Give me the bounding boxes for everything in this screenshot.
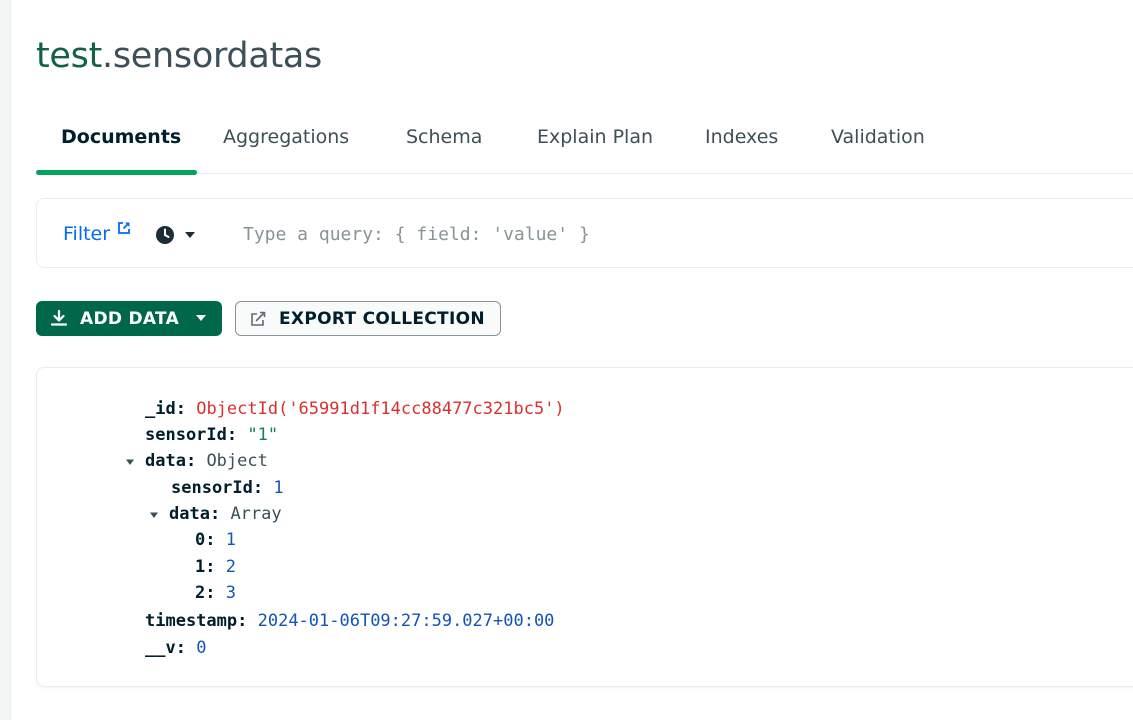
array-value: 1 [225, 530, 236, 550]
expand-toggle-icon[interactable] [149, 510, 159, 520]
array-index: 1 [195, 557, 206, 577]
field-nested-data: data: Array [169, 504, 282, 524]
array-value: 2 [225, 557, 236, 577]
array-index: 2 [195, 583, 206, 603]
filter-docs-link[interactable]: Filter [63, 223, 110, 245]
field-nested-sensorId: sensorId: 1 [171, 478, 284, 498]
field-key: data [145, 451, 186, 471]
add-data-label: ADD DATA [80, 309, 180, 329]
array-index: 0 [195, 530, 206, 550]
field-value: 2024-01-06T09:27:59.027+00:00 [257, 611, 555, 631]
field-data: data: Object [145, 451, 268, 471]
tab-aggregations[interactable]: Aggregations [223, 126, 349, 148]
export-collection-label: EXPORT COLLECTION [279, 309, 485, 329]
field-value: 0 [196, 638, 207, 658]
expand-toggle-icon[interactable] [125, 457, 135, 467]
field-key: sensorId [171, 478, 253, 498]
tab-validation[interactable]: Validation [831, 126, 925, 148]
field-key: sensorId [145, 425, 227, 445]
field-value: ObjectId('65991d1f14cc88477c321bc5') [196, 399, 565, 419]
caret-down-icon [196, 315, 206, 321]
field-key: _id [145, 399, 176, 419]
field-value: 1 [273, 478, 284, 498]
external-link-icon [118, 222, 130, 234]
download-icon [50, 309, 68, 326]
array-item: 1: 2 [195, 557, 236, 577]
collection-tabs: Documents Aggregations Schema Explain Pl… [36, 112, 1133, 175]
query-bar: Filter [36, 198, 1133, 268]
export-icon [251, 311, 266, 326]
query-history-button[interactable] [155, 224, 199, 246]
field-version: __v: 0 [145, 638, 207, 658]
field-key: __v [145, 638, 176, 658]
database-name: test [36, 36, 103, 76]
array-value: 3 [225, 583, 236, 603]
chevron-down-icon [185, 232, 195, 238]
query-input[interactable] [243, 216, 1123, 252]
tab-indexes[interactable]: Indexes [705, 126, 778, 148]
namespace-separator: . [102, 36, 113, 76]
tab-documents[interactable]: Documents [61, 126, 181, 148]
export-collection-button[interactable]: EXPORT COLLECTION [235, 301, 501, 336]
tab-explain-plan[interactable]: Explain Plan [537, 126, 653, 148]
document-card[interactable]: _id: ObjectId('65991d1f14cc88477c321bc5'… [36, 367, 1133, 687]
field-sensorId: sensorId: "1" [145, 425, 279, 445]
compass-collection-view: test.sensordatas Documents Aggregations … [0, 0, 1133, 720]
field-key: timestamp [145, 611, 238, 631]
sidebar-edge [0, 0, 11, 720]
field-timestamp: timestamp: 2024-01-06T09:27:59.027+00:00 [145, 611, 555, 631]
field-id: _id: ObjectId('65991d1f14cc88477c321bc5'… [145, 399, 565, 419]
array-item: 2: 3 [195, 583, 236, 603]
field-type: Object [206, 451, 268, 471]
field-key: data [169, 504, 210, 524]
collection-name: sensordatas [112, 36, 322, 76]
field-value: "1" [247, 425, 279, 445]
collection-title: test.sensordatas [36, 36, 322, 76]
active-tab-indicator [36, 170, 197, 175]
array-item: 0: 1 [195, 530, 236, 550]
field-type: Array [230, 504, 282, 524]
add-data-button[interactable]: ADD DATA [36, 301, 222, 336]
tab-schema[interactable]: Schema [406, 126, 482, 148]
